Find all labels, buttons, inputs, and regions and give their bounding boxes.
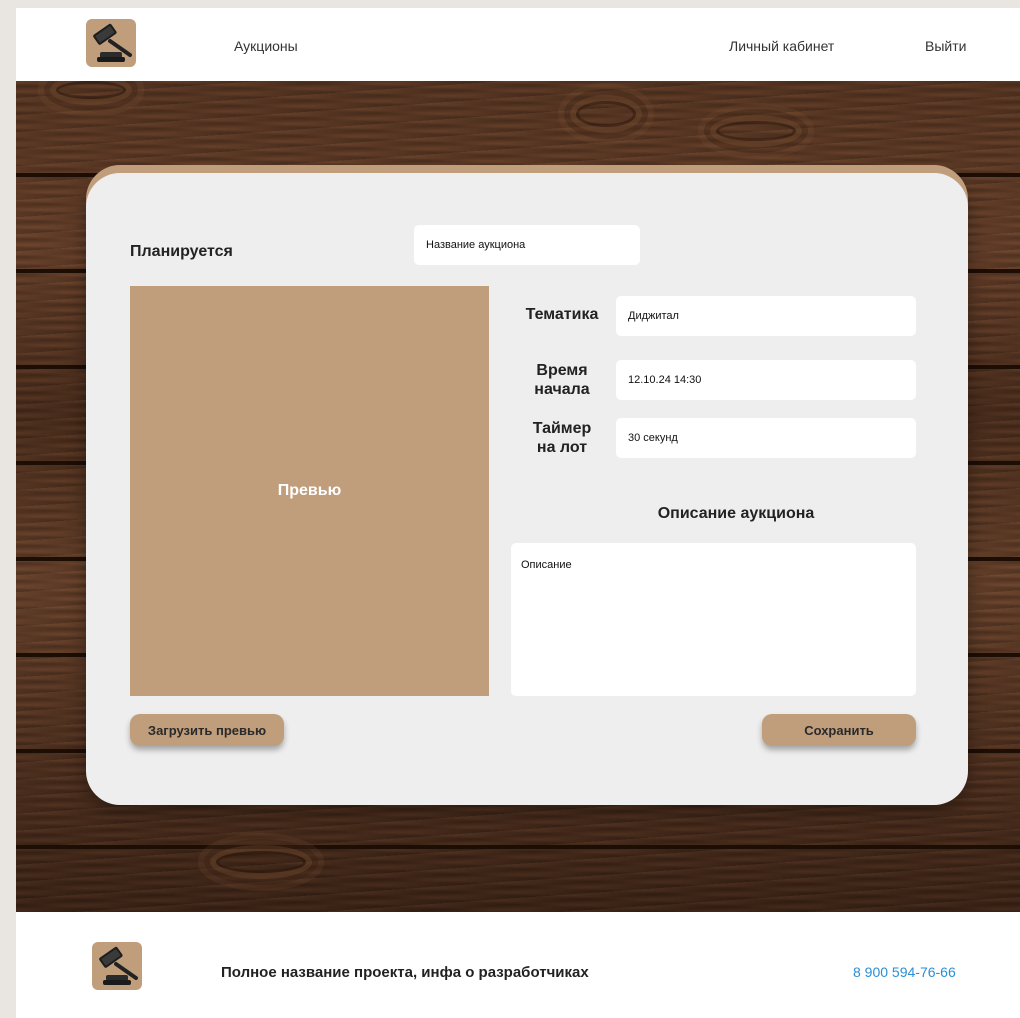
wood-knot (576, 101, 636, 127)
nav-cabinet-link[interactable]: Личный кабинет (729, 38, 834, 54)
description-title: Описание аукциона (657, 505, 815, 522)
footer-project-info: Полное название проекта, инфа о разработ… (221, 964, 589, 981)
auction-name-input[interactable] (414, 225, 640, 265)
start-time-label-line2: начала (534, 381, 590, 398)
upload-preview-button[interactable]: Загрузить превью (130, 714, 284, 746)
auction-status: Планируется (130, 243, 233, 260)
app-frame: Аукционы Личный кабинет Выйти Планируетс… (16, 8, 1020, 1018)
start-time-label-line1: Время (536, 362, 588, 379)
footer-phone-link[interactable]: 8 900 594-76-66 (853, 964, 956, 980)
footer: Полное название проекта, инфа о разработ… (16, 912, 1020, 1018)
footer-gavel-icon (92, 942, 142, 990)
save-button[interactable]: Сохранить (762, 714, 916, 746)
logo-gavel-icon[interactable] (86, 19, 136, 67)
theme-label: Тематика (525, 306, 599, 323)
theme-input[interactable] (616, 296, 916, 336)
lot-timer-label-line1: Таймер (532, 420, 592, 437)
start-time-input[interactable] (616, 360, 916, 400)
preview-image-placeholder: Превью (130, 286, 489, 696)
start-time-label: Время начала (524, 361, 600, 399)
description-textarea[interactable]: Описание (511, 543, 916, 696)
auction-edit-card: Планируется Превью Тематика Время начала… (86, 173, 968, 805)
header: Аукционы Личный кабинет Выйти (16, 8, 1020, 81)
nav-auctions-link[interactable]: Аукционы (234, 38, 298, 54)
wood-knot (56, 81, 126, 99)
lot-timer-input[interactable] (616, 418, 916, 458)
lot-timer-label: Таймер на лот (524, 419, 600, 457)
wood-knot (716, 121, 796, 141)
lot-timer-label-line2: на лот (536, 439, 588, 456)
wood-knot (216, 851, 306, 873)
nav-logout-link[interactable]: Выйти (925, 38, 966, 54)
preview-label: Превью (277, 482, 342, 499)
